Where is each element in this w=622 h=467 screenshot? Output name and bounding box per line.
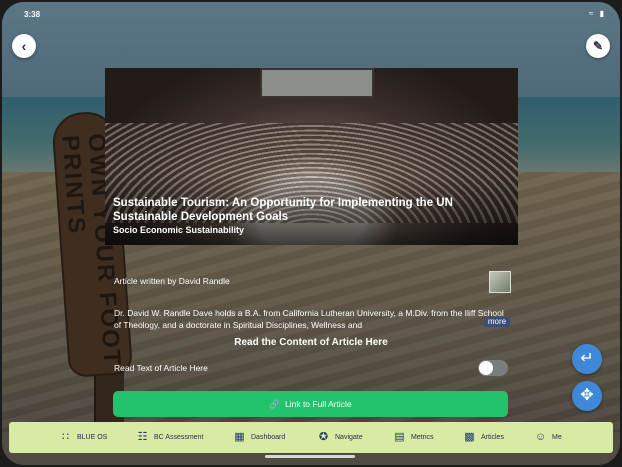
- tab-navigate[interactable]: ✪ Navigate: [317, 430, 363, 445]
- move-arrows-icon: ✥: [580, 387, 594, 404]
- edit-button[interactable]: ✎: [586, 34, 610, 58]
- home-indicator: [265, 455, 355, 458]
- back-button[interactable]: ‹: [12, 34, 36, 58]
- chevron-left-icon: ‹: [21, 38, 27, 54]
- return-button[interactable]: ↵: [572, 344, 602, 374]
- toggle-knob: [479, 361, 493, 375]
- tab-label: Metrics: [411, 434, 434, 441]
- tab-metrics[interactable]: ▤ Metrics: [393, 430, 434, 445]
- author-line: Article written by David Randle: [114, 276, 230, 286]
- wifi-icon: ≈: [588, 9, 596, 18]
- read-content-heading: Read the Content of Article Here: [234, 337, 388, 348]
- tab-blue-os[interactable]: ∷ BLUE OS: [59, 430, 107, 445]
- read-text-toggle[interactable]: [478, 360, 508, 376]
- tab-label: BC Assessment: [154, 434, 204, 441]
- article-hero-card[interactable]: Sustainable Tourism: An Opportunity for …: [105, 68, 518, 245]
- pencil-icon: ✎: [592, 39, 604, 53]
- tab-label: Articles: [481, 434, 504, 441]
- tab-label: Dashboard: [251, 434, 286, 441]
- hero-image-screen: [260, 68, 374, 98]
- read-text-label: Read Text of Article Here: [114, 363, 208, 373]
- tab-label: BLUE OS: [77, 434, 108, 441]
- author-bio: Dr. David W. Randle Dave holds a B.A. fr…: [114, 308, 504, 330]
- status-icons: ≈ ▮: [589, 9, 606, 18]
- articles-icon: ▩: [464, 431, 475, 443]
- more-button[interactable]: more: [484, 317, 510, 327]
- link-icon: 🔗: [269, 399, 280, 409]
- grid-dots-icon: ∷: [62, 431, 69, 443]
- tab-label: Navigate: [335, 434, 363, 441]
- article-title: Sustainable Tourism: An Opportunity for …: [113, 197, 453, 223]
- link-full-article-label: Link to Full Article: [284, 399, 352, 409]
- author-avatar[interactable]: [489, 271, 511, 293]
- article-category: Socio Economic Sustainability: [113, 225, 245, 235]
- link-full-article-button[interactable]: 🔗 Link to Full Article: [113, 391, 508, 417]
- move-button[interactable]: ✥: [572, 381, 602, 411]
- compass-icon: ✪: [318, 431, 329, 443]
- status-time: 3:38: [24, 10, 41, 19]
- tab-articles[interactable]: ▩ Articles: [463, 430, 504, 445]
- return-arrow-icon: ↵: [580, 350, 594, 367]
- dashboard-icon: ▦: [234, 431, 245, 443]
- tab-me[interactable]: ☺ Me: [534, 430, 562, 445]
- chart-icon: ▤: [394, 431, 405, 443]
- tab-label: Me: [552, 434, 562, 441]
- person-icon: ☺: [534, 431, 547, 443]
- tab-bc-assessment[interactable]: ☷ BC Assessment: [136, 430, 204, 445]
- tab-dashboard[interactable]: ▦ Dashboard: [233, 430, 285, 445]
- battery-icon: ▮: [599, 9, 606, 18]
- hierarchy-icon: ☷: [137, 431, 148, 443]
- bottom-tab-bar: ∷ BLUE OS ☷ BC Assessment ▦ Dashboard ✪ …: [9, 422, 613, 453]
